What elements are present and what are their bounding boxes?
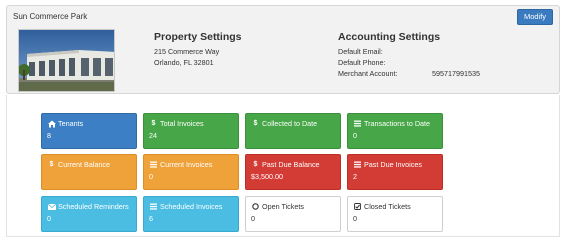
tile-label: Transactions to Date [364, 119, 431, 128]
tile-label: Scheduled Reminders [58, 202, 129, 211]
tile-label: Past Due Invoices [364, 160, 422, 169]
modify-button[interactable]: Modify [517, 9, 553, 25]
tile-label: Past Due Balance [262, 160, 320, 169]
tile-label: Current Invoices [160, 160, 213, 169]
check-square-icon [353, 202, 362, 211]
tile-past-due-balance[interactable]: $ Past Due Balance $3,500.00 [245, 154, 341, 190]
dollar-icon: $ [49, 161, 54, 168]
dollar-icon: $ [253, 120, 258, 127]
property-address-line2: Orlando, FL 32801 [154, 58, 214, 67]
tile-value: $3,500.00 [251, 172, 283, 181]
tile-label: Closed Tickets [364, 202, 411, 211]
tile-value: 2 [353, 172, 357, 181]
tile-collected-to-date[interactable]: $ Collected to Date [245, 113, 341, 149]
tile-transactions-to-date[interactable]: Transactions to Date 0 [347, 113, 443, 149]
tile-open-tickets[interactable]: Open Tickets 0 [245, 196, 341, 232]
tile-value: 0 [47, 214, 51, 223]
tile-value: 6 [149, 214, 153, 223]
tile-value: 24 [149, 131, 157, 140]
tile-value: 8 [47, 131, 51, 140]
property-settings-title: Property Settings [154, 31, 242, 43]
tile-past-due-invoices[interactable]: Past Due Invoices 2 [347, 154, 443, 190]
list-icon [149, 160, 158, 169]
property-building-image [19, 30, 114, 91]
tile-value: 0 [251, 214, 255, 223]
tile-value: 0 [149, 172, 153, 181]
tile-value: 0 [353, 214, 357, 223]
tile-label: Tenants [58, 119, 84, 128]
list-icon [149, 202, 158, 211]
envelope-icon [47, 202, 56, 211]
merchant-account-value: 595717991535 [432, 69, 480, 78]
tile-label: Total Invoices [160, 119, 204, 128]
accounting-settings-title: Accounting Settings [338, 31, 441, 43]
home-icon [47, 119, 56, 128]
tile-scheduled-reminders[interactable]: Scheduled Reminders 0 [41, 196, 137, 232]
dollar-icon: $ [151, 120, 156, 127]
tile-current-balance[interactable]: $ Current Balance [41, 154, 137, 190]
list-icon [353, 119, 362, 128]
merchant-account-label: Merchant Account: [338, 69, 398, 78]
dollar-icon: $ [253, 161, 258, 168]
default-email-label: Default Email: [338, 47, 383, 56]
tile-label: Collected to Date [262, 119, 318, 128]
property-header-panel: Sun Commerce Park Modify Property Settin… [6, 5, 560, 94]
tile-total-invoices[interactable]: $ Total Invoices 24 [143, 113, 239, 149]
property-address-line1: 215 Commerce Way [154, 47, 220, 56]
tile-current-invoices[interactable]: Current Invoices 0 [143, 154, 239, 190]
tile-label: Scheduled Invoices [160, 202, 223, 211]
list-icon [353, 160, 362, 169]
tile-closed-tickets[interactable]: Closed Tickets 0 [347, 196, 443, 232]
property-photo [18, 29, 115, 92]
tile-label: Current Balance [58, 160, 110, 169]
circle-icon [251, 202, 260, 211]
default-phone-label: Default Phone: [338, 58, 386, 67]
tile-value: 0 [353, 131, 357, 140]
tile-tenants[interactable]: Tenants 8 [41, 113, 137, 149]
tile-scheduled-invoices[interactable]: Scheduled Invoices 6 [143, 196, 239, 232]
tile-label: Open Tickets [262, 202, 304, 211]
property-name: Sun Commerce Park [13, 12, 88, 21]
